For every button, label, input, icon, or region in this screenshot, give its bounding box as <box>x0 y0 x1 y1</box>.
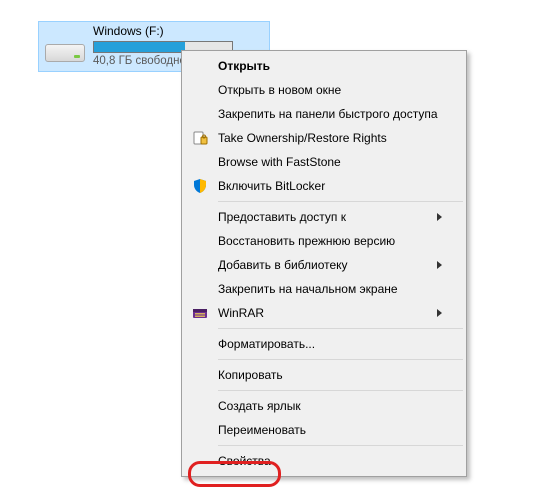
menu-item[interactable]: Take Ownership/Restore Rights <box>184 126 464 150</box>
menu-item-label: Take Ownership/Restore Rights <box>218 131 442 145</box>
menu-item-label: Browse with FastStone <box>218 155 442 169</box>
menu-item[interactable]: WinRAR <box>184 301 464 325</box>
menu-item[interactable]: Browse with FastStone <box>184 150 464 174</box>
menu-item[interactable]: Предоставить доступ к <box>184 205 464 229</box>
menu-item[interactable]: Добавить в библиотеку <box>184 253 464 277</box>
drive-name: Windows (F:) <box>93 23 233 39</box>
winrar-icon <box>192 305 208 321</box>
context-menu: Открыть Открыть в новом окне Закрепить на … <box>181 50 467 477</box>
menu-item-label: Включить BitLocker <box>218 179 442 193</box>
menu-separator <box>218 390 463 391</box>
menu-item[interactable]: Копировать <box>184 363 464 387</box>
menu-item[interactable]: Закрепить на начальном экране <box>184 277 464 301</box>
chevron-right-icon <box>437 309 442 317</box>
menu-item[interactable]: Включить BitLocker <box>184 174 464 198</box>
menu-item-label: Добавить в библиотеку <box>218 258 437 272</box>
chevron-right-icon <box>437 261 442 269</box>
menu-item[interactable]: Открыть в новом окне <box>184 78 464 102</box>
takeown-icon <box>192 130 208 146</box>
menu-separator <box>218 359 463 360</box>
menu-item-label: Создать ярлык <box>218 399 442 413</box>
menu-item-label: Восстановить прежнюю версию <box>218 234 442 248</box>
menu-item-label: Копировать <box>218 368 442 382</box>
menu-item[interactable]: Восстановить прежнюю версию <box>184 229 464 253</box>
menu-item[interactable]: Переименовать <box>184 418 464 442</box>
menu-item-label: Закрепить на панели быстрого доступа <box>218 107 442 121</box>
menu-item[interactable]: Форматировать... <box>184 332 464 356</box>
shield-icon <box>192 178 208 194</box>
menu-item-label: Открыть в новом окне <box>218 83 442 97</box>
menu-item-label: Свойства <box>218 454 442 468</box>
menu-item-label: Закрепить на начальном экране <box>218 282 442 296</box>
menu-item[interactable]: Открыть <box>184 54 464 78</box>
menu-item[interactable]: Свойства <box>184 449 464 473</box>
menu-separator <box>218 445 463 446</box>
menu-separator <box>218 328 463 329</box>
menu-item[interactable]: Создать ярлык <box>184 394 464 418</box>
chevron-right-icon <box>437 213 442 221</box>
menu-item-label: Форматировать... <box>218 337 442 351</box>
menu-item-label: Открыть <box>218 59 442 73</box>
menu-separator <box>218 201 463 202</box>
menu-item-label: WinRAR <box>218 306 437 320</box>
menu-item-label: Предоставить доступ к <box>218 210 437 224</box>
drive-usage-fill <box>94 42 185 52</box>
menu-item[interactable]: Закрепить на панели быстрого доступа <box>184 102 464 126</box>
drive-icon <box>45 32 85 62</box>
menu-item-label: Переименовать <box>218 423 442 437</box>
